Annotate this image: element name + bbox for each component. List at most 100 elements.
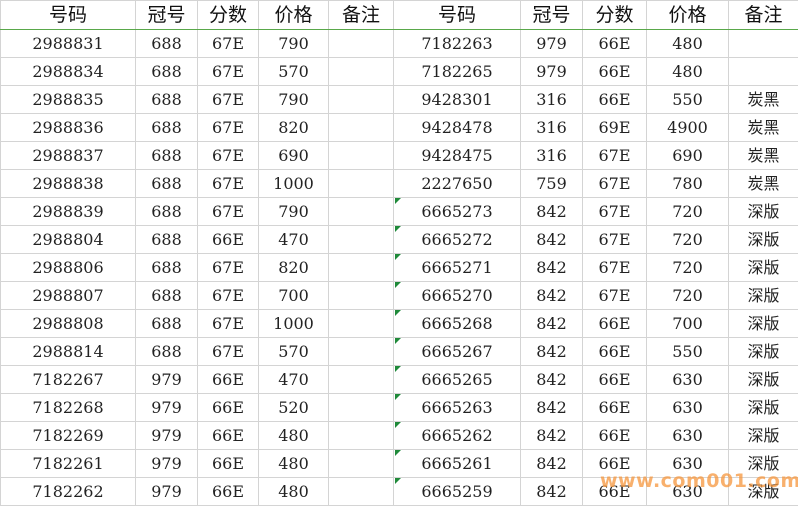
cell-number-right[interactable]: 6665259	[393, 477, 521, 506]
cell-crown-right[interactable]: 842	[520, 225, 583, 254]
cell-crown-right[interactable]: 979	[520, 57, 583, 86]
cell-grade-left[interactable]: 67E	[197, 337, 259, 366]
cell-crown-right[interactable]: 842	[520, 393, 583, 422]
cell-grade-left[interactable]: 66E	[197, 449, 259, 478]
cell-grade-right[interactable]: 67E	[582, 197, 647, 226]
cell-note-right[interactable]: 深版	[728, 337, 798, 366]
cell-grade-right[interactable]: 67E	[582, 169, 647, 198]
cell-crown-right[interactable]: 316	[520, 113, 583, 142]
cell-price-right[interactable]: 780	[646, 169, 729, 198]
header-cell-number-left[interactable]: 号码	[0, 0, 136, 30]
cell-crown-right[interactable]: 842	[520, 309, 583, 338]
cell-crown-left[interactable]: 688	[135, 169, 198, 198]
cell-price-right[interactable]: 690	[646, 141, 729, 170]
cell-crown-right[interactable]: 842	[520, 421, 583, 450]
cell-grade-left[interactable]: 67E	[197, 169, 259, 198]
cell-note-right[interactable]: 炭黑	[728, 141, 798, 170]
cell-crown-right[interactable]: 842	[520, 477, 583, 506]
cell-number-right[interactable]: 9428478	[393, 113, 521, 142]
cell-crown-left[interactable]: 688	[135, 57, 198, 86]
cell-number-left[interactable]: 7182262	[0, 477, 136, 506]
cell-note-left[interactable]	[328, 253, 394, 282]
cell-price-left[interactable]: 700	[258, 281, 329, 310]
cell-number-right[interactable]: 6665270	[393, 281, 521, 310]
cell-crown-left[interactable]: 688	[135, 197, 198, 226]
cell-note-left[interactable]	[328, 477, 394, 506]
cell-grade-right[interactable]: 66E	[582, 57, 647, 86]
cell-number-right[interactable]: 9428475	[393, 141, 521, 170]
header-cell-grade-right[interactable]: 分数	[582, 0, 647, 30]
cell-crown-left[interactable]: 979	[135, 421, 198, 450]
cell-number-right[interactable]: 7182265	[393, 57, 521, 86]
cell-number-left[interactable]: 2988836	[0, 113, 136, 142]
cell-grade-right[interactable]: 67E	[582, 225, 647, 254]
cell-crown-left[interactable]: 688	[135, 113, 198, 142]
cell-number-left[interactable]: 2988806	[0, 253, 136, 282]
cell-grade-left[interactable]: 66E	[197, 477, 259, 506]
cell-note-right[interactable]: 深版	[728, 197, 798, 226]
cell-crown-right[interactable]: 842	[520, 281, 583, 310]
cell-crown-left[interactable]: 688	[135, 253, 198, 282]
cell-number-right[interactable]: 6665267	[393, 337, 521, 366]
cell-crown-left[interactable]: 979	[135, 365, 198, 394]
cell-note-right[interactable]: 深版	[728, 393, 798, 422]
cell-crown-right[interactable]: 842	[520, 253, 583, 282]
cell-grade-left[interactable]: 67E	[197, 281, 259, 310]
cell-price-left[interactable]: 480	[258, 477, 329, 506]
cell-note-right[interactable]: 深版	[728, 253, 798, 282]
header-cell-price-left[interactable]: 价格	[258, 0, 329, 30]
cell-grade-right[interactable]: 67E	[582, 281, 647, 310]
cell-note-right[interactable]	[728, 57, 798, 86]
cell-number-left[interactable]: 2988839	[0, 197, 136, 226]
cell-grade-right[interactable]: 66E	[582, 393, 647, 422]
header-cell-grade-left[interactable]: 分数	[197, 0, 259, 30]
cell-grade-right[interactable]: 66E	[582, 365, 647, 394]
cell-grade-left[interactable]: 66E	[197, 365, 259, 394]
cell-crown-left[interactable]: 688	[135, 225, 198, 254]
cell-crown-right[interactable]: 759	[520, 169, 583, 198]
cell-note-left[interactable]	[328, 197, 394, 226]
cell-grade-right[interactable]: 66E	[582, 309, 647, 338]
header-cell-number-right[interactable]: 号码	[393, 0, 521, 30]
cell-number-right[interactable]: 6665262	[393, 421, 521, 450]
cell-note-right[interactable]	[728, 29, 798, 58]
cell-number-right[interactable]: 7182263	[393, 29, 521, 58]
cell-price-left[interactable]: 790	[258, 29, 329, 58]
cell-price-right[interactable]: 630	[646, 421, 729, 450]
cell-note-left[interactable]	[328, 421, 394, 450]
cell-price-right[interactable]: 720	[646, 253, 729, 282]
cell-grade-right[interactable]: 66E	[582, 421, 647, 450]
cell-price-right[interactable]: 700	[646, 309, 729, 338]
cell-grade-left[interactable]: 67E	[197, 85, 259, 114]
cell-note-right[interactable]: 深版	[728, 225, 798, 254]
cell-number-left[interactable]: 2988831	[0, 29, 136, 58]
cell-grade-left[interactable]: 67E	[197, 57, 259, 86]
cell-note-left[interactable]	[328, 449, 394, 478]
cell-note-right[interactable]: 深版	[728, 421, 798, 450]
cell-grade-left[interactable]: 67E	[197, 141, 259, 170]
cell-note-left[interactable]	[328, 169, 394, 198]
cell-grade-right[interactable]: 66E	[582, 29, 647, 58]
cell-number-left[interactable]: 7182268	[0, 393, 136, 422]
cell-crown-right[interactable]: 842	[520, 337, 583, 366]
cell-crown-left[interactable]: 688	[135, 337, 198, 366]
cell-number-left[interactable]: 7182261	[0, 449, 136, 478]
cell-note-right[interactable]: 炭黑	[728, 85, 798, 114]
cell-price-left[interactable]: 790	[258, 85, 329, 114]
cell-price-left[interactable]: 470	[258, 225, 329, 254]
header-cell-price-right[interactable]: 价格	[646, 0, 729, 30]
cell-crown-right[interactable]: 316	[520, 141, 583, 170]
cell-note-left[interactable]	[328, 225, 394, 254]
cell-price-left[interactable]: 820	[258, 113, 329, 142]
cell-note-left[interactable]	[328, 141, 394, 170]
cell-note-left[interactable]	[328, 281, 394, 310]
cell-grade-left[interactable]: 67E	[197, 113, 259, 142]
cell-grade-right[interactable]: 66E	[582, 337, 647, 366]
cell-note-left[interactable]	[328, 365, 394, 394]
header-cell-crown-left[interactable]: 冠号	[135, 0, 198, 30]
cell-price-right[interactable]: 4900	[646, 113, 729, 142]
cell-price-left[interactable]: 570	[258, 337, 329, 366]
cell-note-right[interactable]: 炭黑	[728, 169, 798, 198]
cell-grade-left[interactable]: 66E	[197, 421, 259, 450]
cell-crown-left[interactable]: 688	[135, 85, 198, 114]
